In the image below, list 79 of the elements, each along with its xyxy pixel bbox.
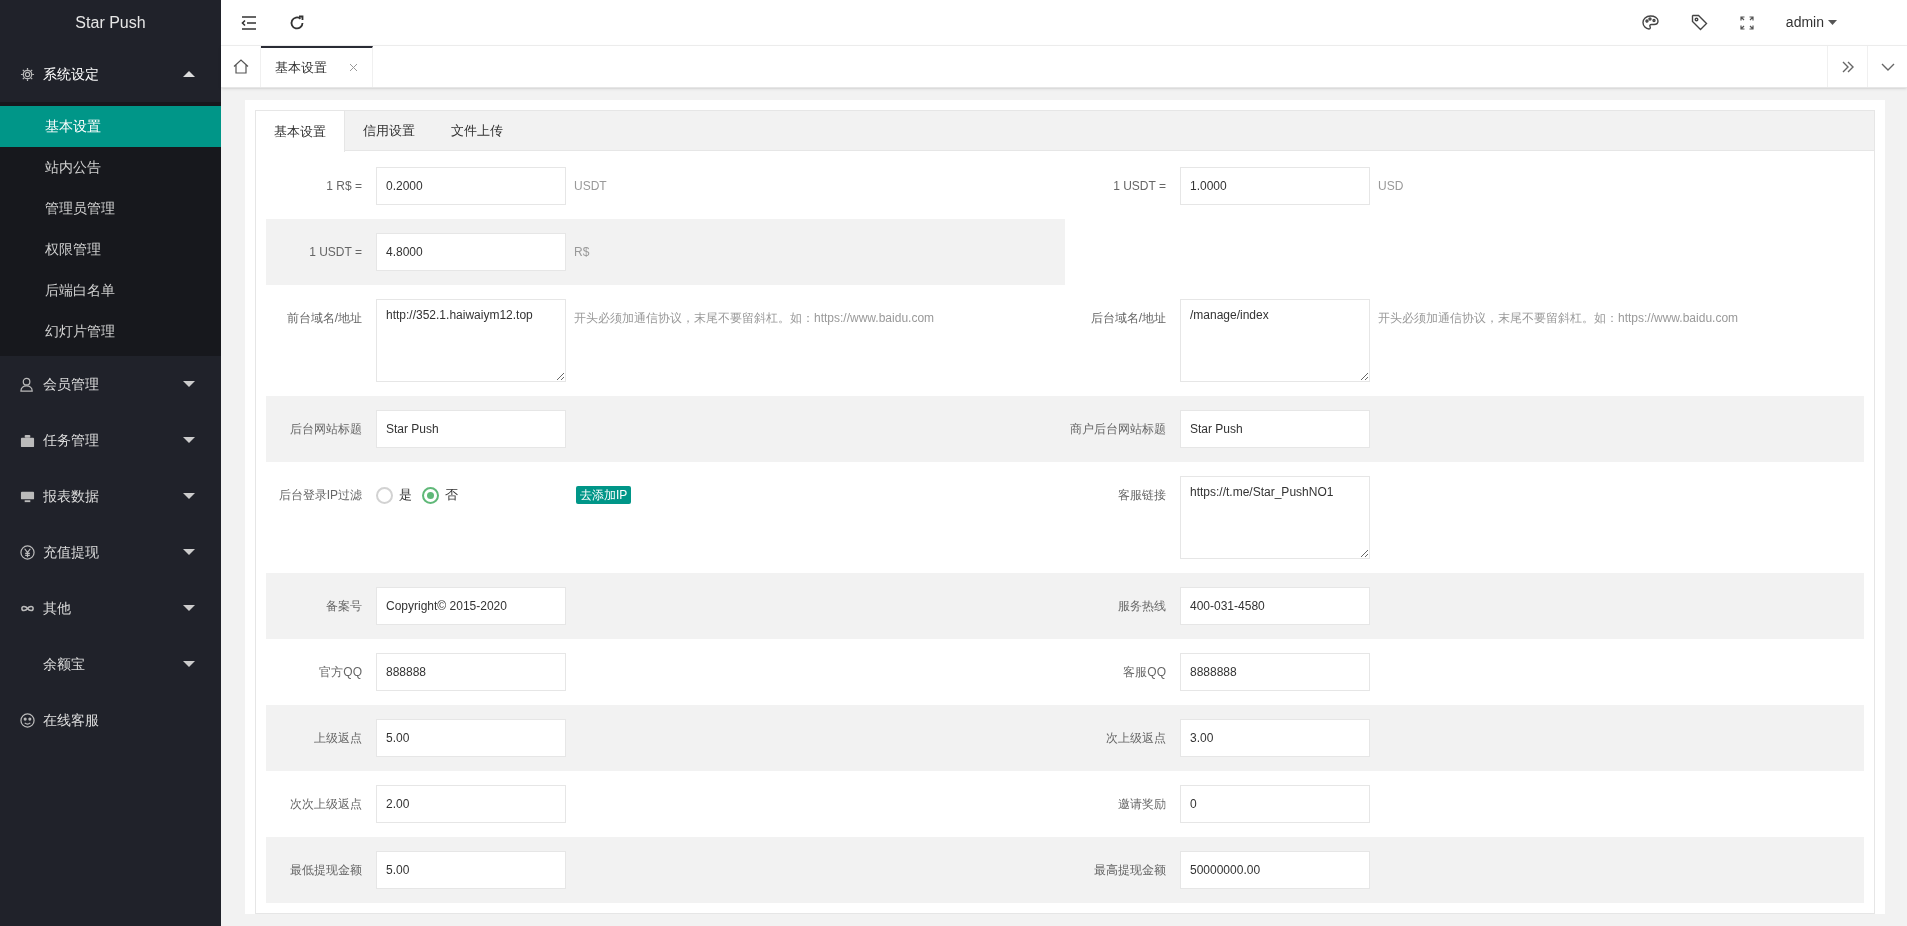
text-input[interactable]: 8888888 [1180, 653, 1370, 691]
menu-group[interactable]: 余额宝 [0, 636, 221, 692]
text-area[interactable]: https://t.me/Star_PushNO1 [1180, 476, 1370, 559]
text-input[interactable]: 5.00 [376, 851, 566, 889]
home-icon [232, 59, 249, 74]
text-input[interactable]: 0.2000 [376, 167, 566, 205]
tag-icon[interactable] [1690, 14, 1708, 31]
field-label: 邀请奖励 [1117, 796, 1167, 813]
field-hint: R$ [573, 244, 590, 261]
field-label: 后台登录IP过滤 [277, 487, 363, 504]
text-input[interactable]: Star Push [376, 410, 566, 448]
user-icon [20, 376, 35, 392]
text-input[interactable]: Copyright© 2015-2020 [376, 587, 566, 625]
gear-icon [20, 66, 35, 82]
field-label: 1 USDT = [308, 244, 363, 261]
field-label: 次上级返点 [1105, 730, 1167, 747]
field-label: 前台域名/地址 [285, 310, 363, 327]
field-label: 最低提现金额 [289, 862, 363, 879]
field-label: 商户后台网站标题 [1070, 421, 1167, 438]
task-icon [20, 432, 35, 448]
refresh-icon[interactable] [289, 14, 305, 31]
menu-group[interactable]: 充值提现 [0, 524, 221, 580]
field-label: 服务热线 [1117, 598, 1167, 615]
field-hint: 开头必须加通信协议，末尾不要留斜杠。如：https://www.baidu.com [1377, 310, 1739, 327]
menu-group[interactable]: 其他 [0, 580, 221, 636]
smiley-icon [20, 712, 35, 728]
menu-fold-icon[interactable] [241, 15, 257, 30]
radio-option[interactable]: 是 [376, 485, 412, 505]
text-input[interactable]: 888888 [376, 653, 566, 691]
text-input[interactable]: Star Push [1180, 410, 1370, 448]
field-label: 后台域名/地址 [1089, 310, 1167, 327]
field-label: 备案号 [325, 598, 363, 615]
submenu-item[interactable]: 幻灯片管理 [0, 311, 221, 352]
field-label: 1 USDT = [1112, 178, 1167, 195]
text-input[interactable]: 5.00 [376, 719, 566, 757]
fullscreen-icon[interactable] [1739, 15, 1754, 30]
field-hint: USD [1377, 178, 1404, 195]
chevron-down-icon[interactable] [1880, 62, 1895, 71]
field-label: 次次上级返点 [289, 796, 363, 813]
text-input[interactable]: 50000000.00 [1180, 851, 1370, 889]
field-label: 客服链接 [1117, 487, 1167, 504]
field-label: 上级返点 [313, 730, 363, 747]
text-area[interactable]: http://352.1.haiwaiym12.top [376, 299, 566, 382]
text-input[interactable]: 1.0000 [1180, 167, 1370, 205]
form-tab[interactable]: 信用设置 [345, 111, 433, 150]
field-label: 最高提现金额 [1093, 862, 1167, 879]
text-input[interactable]: 3.00 [1180, 719, 1370, 757]
submenu-item[interactable]: 后端白名单 [0, 270, 221, 311]
submenu-item[interactable]: 站内公告 [0, 147, 221, 188]
app-logo: Star Push [74, 13, 147, 33]
text-input[interactable]: 4.8000 [376, 233, 566, 271]
user-menu[interactable]: admin [1785, 12, 1837, 33]
radio-option[interactable]: 否 [422, 485, 458, 505]
menu-group[interactable]: 任务管理 [0, 412, 221, 468]
submenu-item[interactable]: 权限管理 [0, 229, 221, 270]
field-label: 官方QQ [318, 664, 363, 681]
text-input[interactable]: 400-031-4580 [1180, 587, 1370, 625]
menu-group[interactable]: 报表数据 [0, 468, 221, 524]
menu-group[interactable]: 在线客服 [0, 692, 221, 748]
text-input[interactable]: 2.00 [376, 785, 566, 823]
text-input[interactable]: 0 [1180, 785, 1370, 823]
text-area[interactable]: /manage/index [1180, 299, 1370, 382]
field-label: 后台网站标题 [289, 421, 363, 438]
double-chevron-icon[interactable] [1841, 60, 1854, 73]
field-hint: 开头必须加通信协议，末尾不要留斜杠。如：https://www.baidu.com [573, 310, 935, 327]
caret-icon [1828, 20, 1837, 25]
form-tab[interactable]: 文件上传 [433, 111, 521, 150]
submenu-item[interactable]: 基本设置 [0, 106, 221, 147]
close-icon[interactable] [349, 63, 358, 72]
submenu-item[interactable]: 管理员管理 [0, 188, 221, 229]
add-ip-button[interactable]: 去添加IP [576, 486, 632, 504]
palette-icon[interactable] [1641, 15, 1659, 30]
form-tab[interactable]: 基本设置 [256, 111, 345, 152]
field-label: 客服QQ [1122, 664, 1167, 681]
menu-group[interactable]: 会员管理 [0, 356, 221, 412]
yen-icon [20, 544, 35, 560]
field-label: 1 R$ = [325, 178, 363, 195]
page-tab[interactable]: 基本设置 [261, 46, 373, 87]
field-hint: USDT [573, 178, 607, 195]
